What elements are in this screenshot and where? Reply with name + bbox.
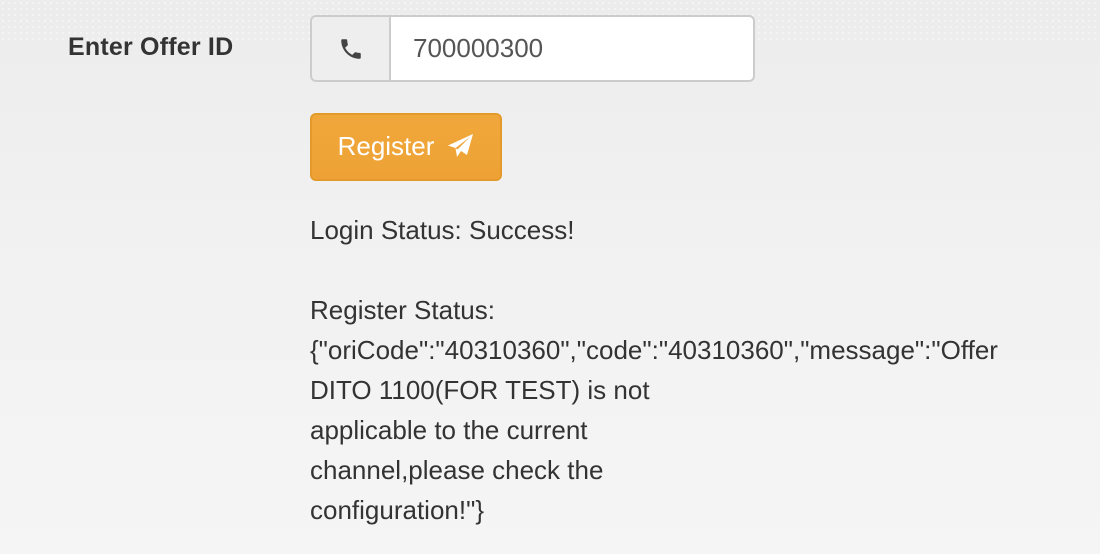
phone-addon xyxy=(310,15,389,82)
register-button-label: Register xyxy=(337,130,435,161)
offer-id-input-group xyxy=(310,15,755,82)
paper-plane-icon xyxy=(448,134,474,157)
phone-icon xyxy=(340,38,361,59)
login-status-text: Login Status: Success! xyxy=(310,215,575,245)
offer-id-label: Enter Offer ID xyxy=(68,33,234,61)
register-button[interactable]: Register xyxy=(310,113,502,181)
offer-id-input[interactable] xyxy=(389,15,755,82)
register-status-text: Register Status: {"oriCode":"40310360","… xyxy=(310,295,998,525)
